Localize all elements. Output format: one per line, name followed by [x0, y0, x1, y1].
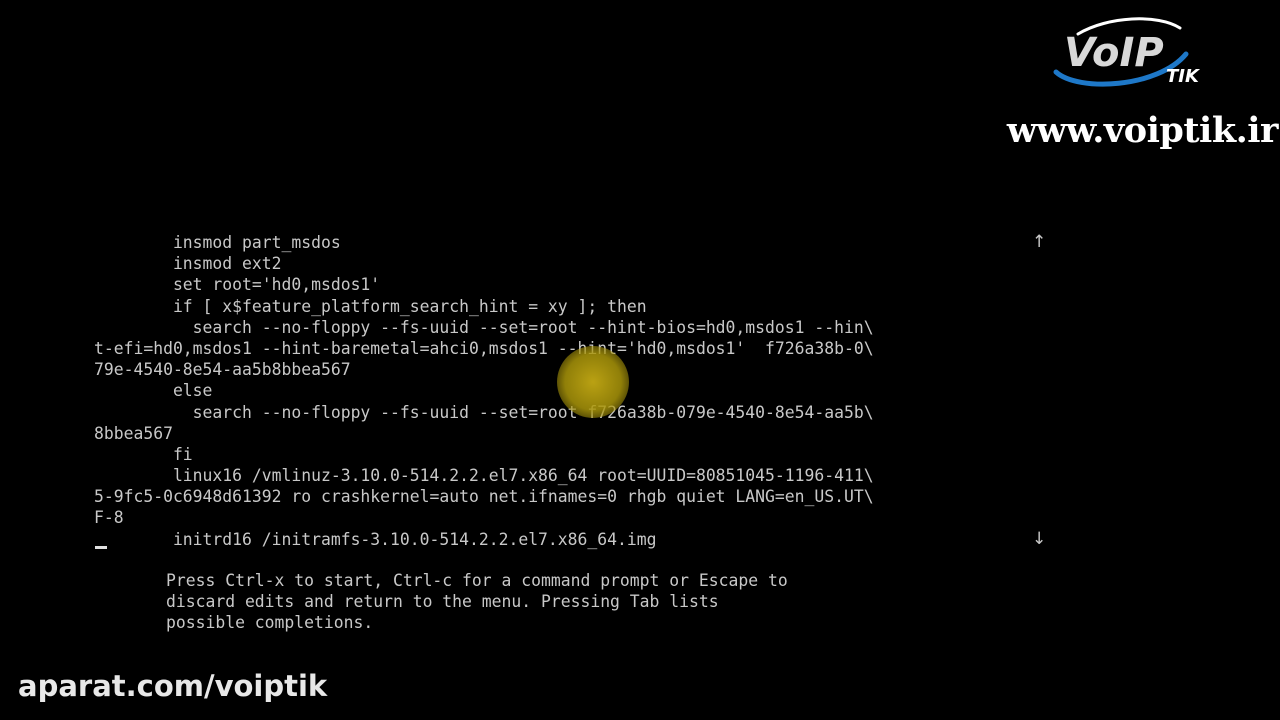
website-url: www.voiptik.ir	[1006, 110, 1279, 151]
voiptik-logo: VoIP TIK	[1048, 14, 1208, 94]
logo-subtext: TIK	[1166, 66, 1201, 87]
text-cursor	[95, 546, 107, 549]
editor-line[interactable]: F-8	[94, 507, 1039, 528]
mouse-pointer-highlight	[557, 346, 629, 418]
help-line: discard edits and return to the menu. Pr…	[166, 592, 719, 612]
editor-line[interactable]: insmod part_msdos	[94, 232, 1039, 253]
scroll-down-arrow-icon: ↓	[1032, 529, 1047, 549]
editor-line[interactable]: if [ x$feature_platform_search_hint = xy…	[94, 296, 1039, 317]
aparat-watermark: aparat.com/voiptik	[18, 669, 328, 703]
editor-line[interactable]: insmod ext2	[94, 253, 1039, 274]
scroll-up-arrow-icon: ↑	[1032, 232, 1047, 252]
editor-line[interactable]: initrd16 /initramfs-3.10.0-514.2.2.el7.x…	[94, 529, 1039, 550]
editor-help-text: Press Ctrl-x to start, Ctrl-c for a comm…	[166, 570, 788, 634]
editor-line[interactable]: 5-9fc5-0c6948d61392 ro crashkernel=auto …	[94, 486, 1039, 507]
editor-line[interactable]: set root='hd0,msdos1'	[94, 274, 1039, 295]
editor-line[interactable]: linux16 /vmlinuz-3.10.0-514.2.2.el7.x86_…	[94, 465, 1039, 486]
help-line: Press Ctrl-x to start, Ctrl-c for a comm…	[166, 571, 788, 590]
help-line: possible completions.	[166, 613, 374, 633]
editor-line[interactable]: 8bbea567	[94, 423, 1039, 444]
editor-line[interactable]: fi	[94, 444, 1039, 465]
editor-line[interactable]: search --no-floppy --fs-uuid --set=root …	[94, 317, 1039, 338]
logo-text: VoIP	[1064, 30, 1164, 76]
